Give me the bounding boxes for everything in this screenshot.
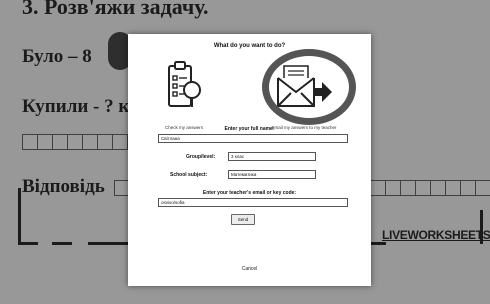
- teacher-email-label: Enter your teacher's email or key code:: [202, 190, 297, 196]
- finish-dialog: What do you want to do? Check my answers: [128, 34, 371, 286]
- cancel-link[interactable]: Cancel: [128, 266, 371, 272]
- dialog-title: What do you want to do?: [213, 43, 286, 49]
- school-subject-label: School subject:: [170, 172, 208, 178]
- group-level-label: Group/level:: [186, 154, 216, 160]
- school-subject-input[interactable]: Математика: [228, 170, 316, 179]
- full-name-label: Enter your full name:: [224, 126, 275, 132]
- group-level-input[interactable]: 3 клас: [228, 152, 316, 161]
- teacher-email-input[interactable]: osvivo/sofia: [158, 198, 348, 207]
- full-name-input[interactable]: Світлана: [158, 134, 348, 143]
- check-answers-option[interactable]: Check my answers: [134, 58, 234, 130]
- highlight-ring: [262, 49, 356, 125]
- clipboard-check-icon: [165, 60, 203, 117]
- send-button[interactable]: Send: [231, 214, 255, 225]
